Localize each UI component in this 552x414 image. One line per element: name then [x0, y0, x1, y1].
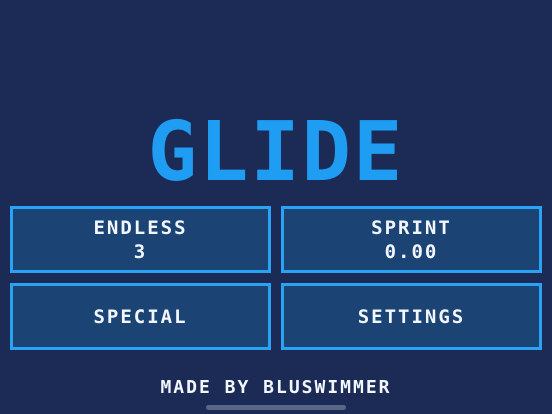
endless-button[interactable]: ENDLESS 3	[10, 206, 271, 273]
endless-label: ENDLESS	[93, 216, 188, 239]
sprint-value: 0.00	[384, 240, 439, 263]
settings-button[interactable]: SETTINGS	[281, 283, 542, 350]
home-indicator[interactable]	[206, 405, 346, 410]
sprint-button[interactable]: SPRINT 0.00	[281, 206, 542, 273]
settings-label: SETTINGS	[357, 305, 466, 328]
special-button[interactable]: SPECIAL	[10, 283, 271, 350]
sprint-label: SPRINT	[371, 216, 452, 239]
game-title: GLIDE	[147, 105, 405, 200]
special-label: SPECIAL	[93, 305, 188, 328]
endless-value: 3	[133, 240, 148, 263]
credit-text: MADE BY BLUSWIMMER	[160, 377, 392, 398]
